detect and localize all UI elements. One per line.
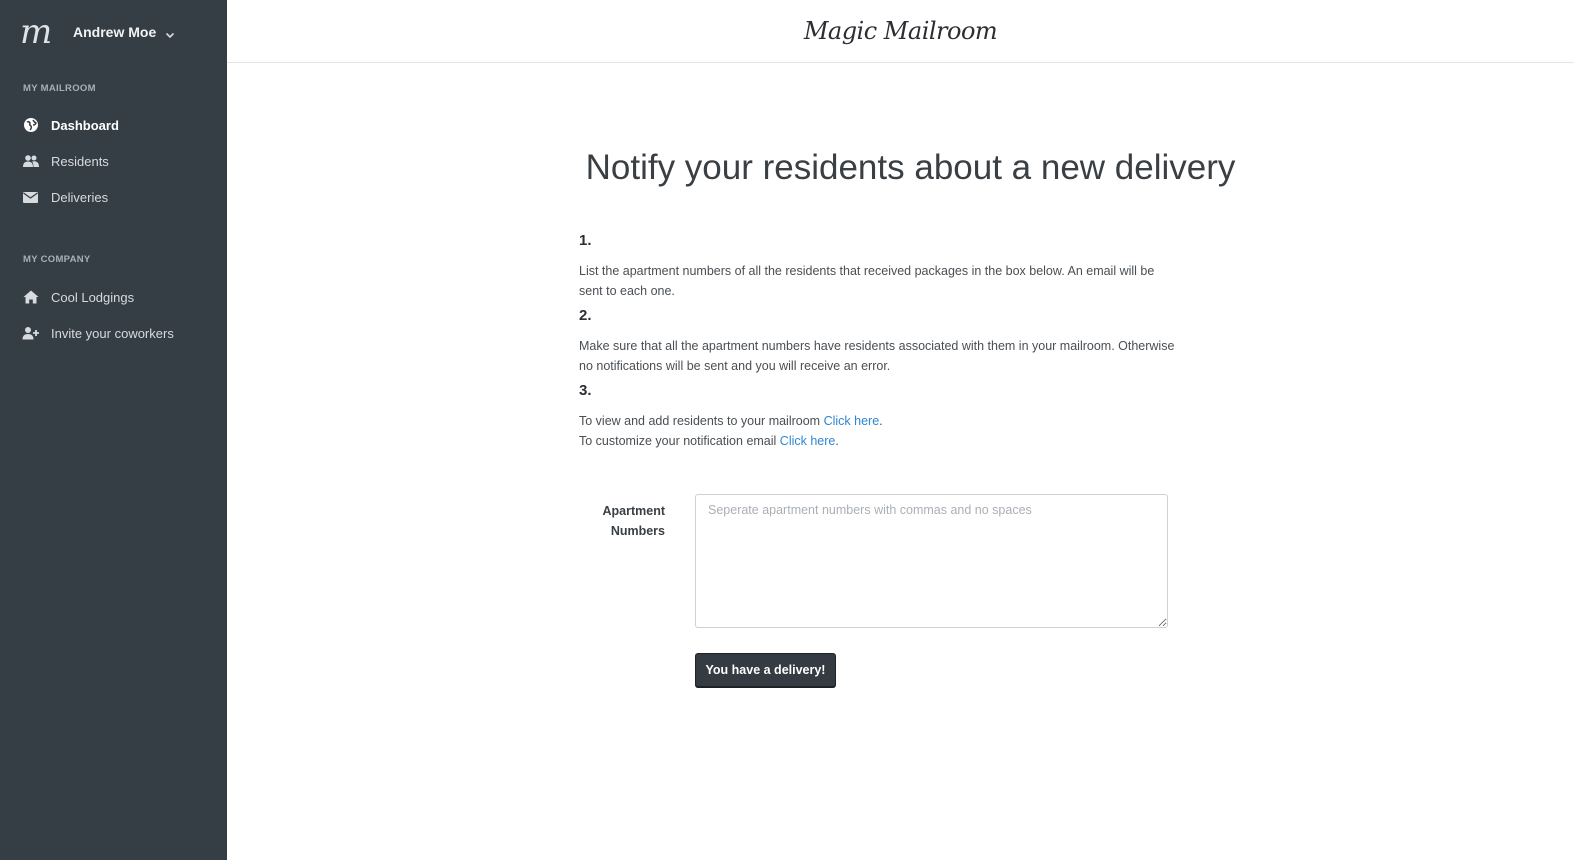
page-title: Notify your residents about a new delive… xyxy=(585,148,1236,187)
user-name: Andrew Moe xyxy=(73,24,157,40)
step-2: 2. Make sure that all the apartment numb… xyxy=(579,307,1179,376)
top-header: Magic Mailroom xyxy=(227,0,1574,63)
view-residents-link[interactable]: Click here xyxy=(824,414,880,428)
apartment-numbers-input[interactable] xyxy=(695,494,1168,628)
sidebar-item-cool-lodgings[interactable]: Cool Lodgings xyxy=(22,287,134,307)
sidebar: m Andrew Moe MY MAILROOM Dashboard Resid… xyxy=(0,0,227,860)
globe-icon xyxy=(22,117,39,134)
step-text: List the apartment numbers of all the re… xyxy=(579,264,1155,298)
instructions: 1. List the apartment numbers of all the… xyxy=(579,232,1179,457)
period: . xyxy=(835,434,839,448)
users-icon xyxy=(22,153,39,170)
step-number: 2. xyxy=(579,307,592,324)
view-residents-text: To view and add residents to your mailro… xyxy=(579,414,821,428)
sidebar-item-invite-coworkers[interactable]: Invite your coworkers xyxy=(22,323,174,343)
customize-email-text: To customize your notification email xyxy=(579,434,777,448)
chevron-down-icon xyxy=(165,27,175,39)
apartment-numbers-label: Apartment Numbers xyxy=(602,504,665,538)
send-delivery-notification-button[interactable]: You have a delivery! xyxy=(695,653,836,687)
sidebar-item-label: Cool Lodgings xyxy=(51,289,135,305)
sidebar-item-residents[interactable]: Residents xyxy=(22,151,109,171)
section-label-my-mailroom: MY MAILROOM xyxy=(23,83,96,94)
sidebar-item-deliveries[interactable]: Deliveries xyxy=(22,187,108,207)
sidebar-item-label: Residents xyxy=(51,153,109,169)
user-plus-icon xyxy=(22,325,39,342)
sidebar-item-label: Invite your coworkers xyxy=(51,325,174,341)
app-logo: m xyxy=(20,12,53,52)
step-number: 1. xyxy=(579,232,592,249)
step-text: To view and add residents to your mailro… xyxy=(579,411,1179,451)
step-text: Make sure that all the apartment numbers… xyxy=(579,339,1175,373)
customize-email-link[interactable]: Click here xyxy=(780,434,836,448)
envelope-icon xyxy=(22,189,39,206)
sidebar-item-dashboard[interactable]: Dashboard xyxy=(22,115,119,135)
home-icon xyxy=(22,289,39,306)
site-title: Magic Mailroom xyxy=(803,17,998,45)
step-1: 1. List the apartment numbers of all the… xyxy=(579,232,1179,301)
step-3: 3. To view and add residents to your mai… xyxy=(579,382,1179,451)
user-menu-toggle[interactable]: m Andrew Moe xyxy=(20,15,175,49)
section-label-my-company: MY COMPANY xyxy=(23,254,91,265)
sidebar-item-label: Dashboard xyxy=(51,117,119,133)
period: . xyxy=(879,414,883,428)
step-number: 3. xyxy=(579,382,592,399)
sidebar-item-label: Deliveries xyxy=(51,189,109,205)
